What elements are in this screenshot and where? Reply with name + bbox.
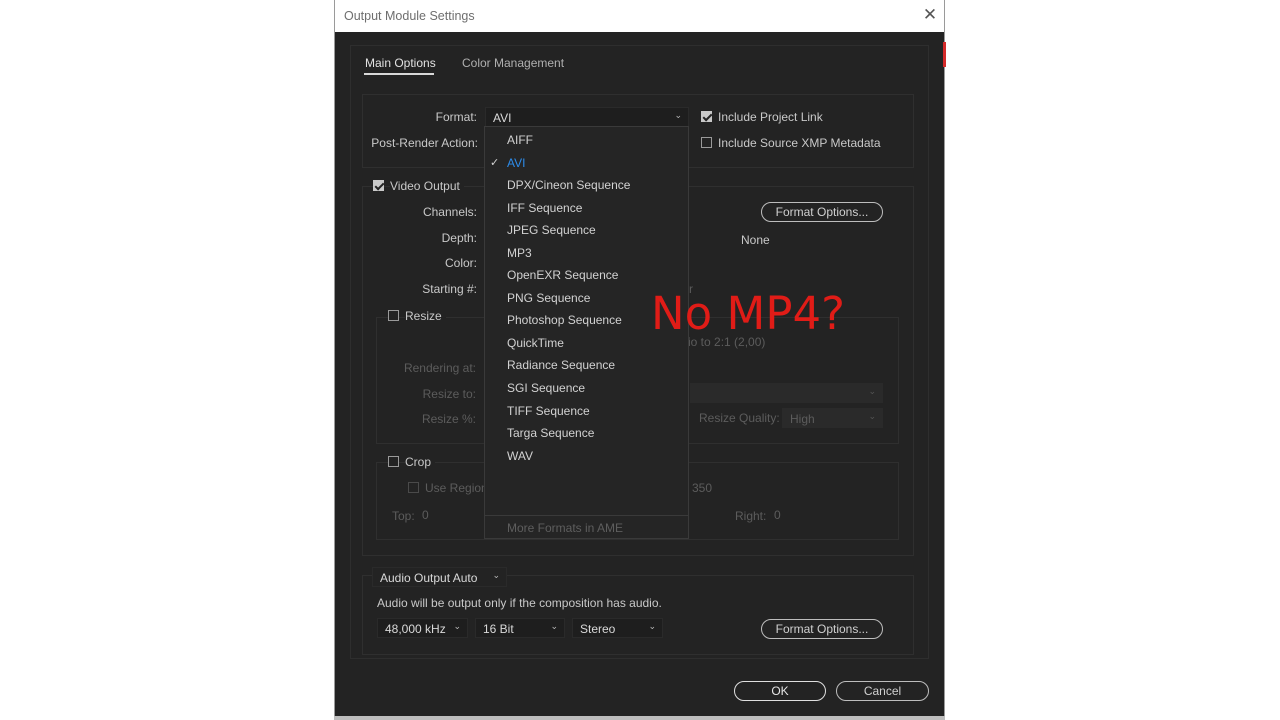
tab-color-management[interactable]: Color Management: [462, 56, 564, 70]
include-project-link-label: Include Project Link: [718, 110, 823, 124]
resize-quality-select: High ⌄: [782, 408, 883, 428]
format-select[interactable]: AVI ⌄: [485, 107, 689, 127]
crop-label: Crop: [405, 455, 436, 469]
audio-note: Audio will be output only if the composi…: [377, 596, 662, 610]
format-option-png[interactable]: PNG Sequence: [507, 291, 590, 305]
starting-number-label: Starting #:: [422, 282, 477, 296]
rendering-at-label: Rendering at:: [403, 361, 476, 375]
resize-label: Resize: [405, 309, 446, 323]
bit-depth-value: 16 Bit: [483, 622, 514, 636]
resize-percent-label: Resize %:: [421, 412, 476, 426]
format-option-targa[interactable]: Targa Sequence: [507, 426, 594, 440]
video-format-options-button[interactable]: Format Options...: [761, 202, 883, 222]
bit-depth-select[interactable]: 16 Bit ⌄: [475, 618, 565, 638]
channels-label: Channels:: [422, 205, 477, 219]
depth-label: Depth:: [441, 231, 477, 245]
use-region-checkbox: [408, 482, 419, 493]
chevron-down-icon: ⌄: [550, 621, 558, 631]
crop-top-value: 0: [422, 508, 429, 522]
audio-format-options-button[interactable]: Format Options...: [761, 619, 883, 639]
audio-output-select[interactable]: Audio Output Auto ⌄: [372, 567, 507, 587]
post-render-label: Post-Render Action:: [371, 136, 478, 150]
resize-quality-label: Resize Quality:: [699, 411, 780, 425]
tab-main-options[interactable]: Main Options: [365, 56, 436, 70]
format-option-iff[interactable]: IFF Sequence: [507, 201, 582, 215]
chevron-down-icon: ⌄: [453, 621, 461, 631]
color-label: Color:: [444, 256, 477, 270]
dropdown-separator: [485, 515, 688, 516]
format-option-mp3[interactable]: MP3: [507, 246, 532, 260]
format-option-quicktime[interactable]: QuickTime: [507, 336, 564, 350]
crop-top-label: Top:: [392, 509, 415, 523]
video-output-checkbox[interactable]: [373, 180, 384, 191]
chevron-down-icon: ⌄: [648, 621, 656, 631]
audio-output-value: Audio Output Auto: [380, 571, 478, 585]
audio-channels-value: Stereo: [580, 622, 616, 636]
cancel-button[interactable]: Cancel: [836, 681, 929, 701]
no-mp4-annotation: No MP4?: [651, 287, 845, 340]
format-option-photoshop[interactable]: Photoshop Sequence: [507, 313, 622, 327]
audio-panel: [362, 575, 914, 655]
format-option-tiff[interactable]: TIFF Sequence: [507, 404, 590, 418]
include-xmp-checkbox[interactable]: [701, 137, 712, 148]
format-option-avi[interactable]: AVI: [507, 156, 525, 170]
format-option-aiff[interactable]: AIFF: [507, 133, 533, 147]
checkmark-icon: ✓: [490, 157, 500, 169]
sample-rate-select[interactable]: 48,000 kHz ⌄: [377, 618, 468, 638]
chevron-down-icon: ⌄: [868, 411, 876, 421]
audio-channels-select[interactable]: Stereo ⌄: [572, 618, 663, 638]
bottom-edge: [334, 716, 945, 720]
crop-checkbox[interactable]: [388, 456, 399, 467]
chevron-down-icon: ⌄: [492, 570, 500, 580]
title-bar: Output Module Settings ✕: [335, 0, 944, 32]
active-tab-indicator: [364, 73, 434, 75]
crop-right-value: 0: [774, 508, 781, 522]
resize-quality-value: High: [790, 412, 815, 426]
video-codec-value: None: [741, 233, 770, 247]
crop-right-label: Right:: [735, 509, 767, 523]
resize-preset-select: ⌄: [690, 383, 883, 403]
chevron-down-icon: ⌄: [868, 386, 876, 396]
use-region-label: Use Region: [425, 481, 488, 495]
window-title: Output Module Settings: [344, 9, 475, 23]
format-option-radiance[interactable]: Radiance Sequence: [507, 358, 615, 372]
format-select-value: AVI: [493, 111, 512, 125]
edge-marker: [943, 42, 946, 67]
region-value: 350: [692, 481, 713, 495]
video-output-label: Video Output: [390, 179, 464, 193]
format-label: Format:: [435, 110, 477, 124]
resize-to-label: Resize to:: [422, 387, 476, 401]
format-option-jpeg[interactable]: JPEG Sequence: [507, 223, 596, 237]
format-option-dpx-cineon[interactable]: DPX/Cineon Sequence: [507, 178, 630, 192]
close-icon[interactable]: ✕: [919, 3, 941, 27]
format-option-wav[interactable]: WAV: [507, 449, 533, 463]
format-option-openexr[interactable]: OpenEXR Sequence: [507, 268, 618, 282]
more-formats-in-ame: More Formats in AME: [507, 521, 624, 535]
chevron-down-icon: ⌄: [674, 110, 682, 120]
ok-button[interactable]: OK: [734, 681, 826, 701]
include-project-link-checkbox[interactable]: [701, 111, 712, 122]
include-xmp-label: Include Source XMP Metadata: [718, 136, 881, 150]
sample-rate-value: 48,000 kHz: [385, 622, 446, 636]
format-option-sgi[interactable]: SGI Sequence: [507, 381, 585, 395]
resize-checkbox[interactable]: [388, 310, 399, 321]
